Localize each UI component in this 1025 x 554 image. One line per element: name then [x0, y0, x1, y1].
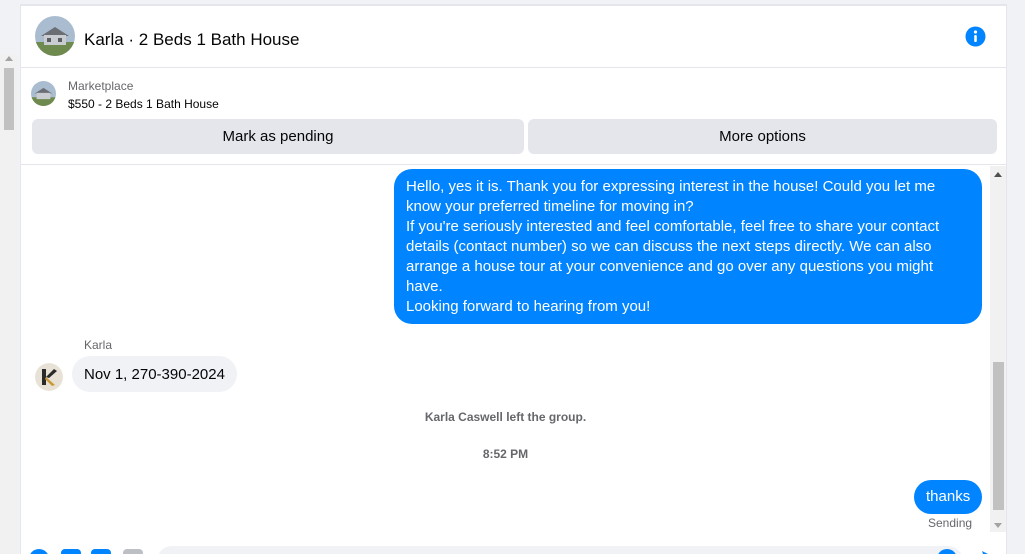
- send-icon[interactable]: [981, 550, 995, 554]
- gallery-icon[interactable]: [61, 549, 81, 554]
- message-line: If you're seriously interested and feel …: [406, 218, 940, 295]
- incoming-message: Nov 1, 270-390-2024: [72, 356, 237, 392]
- mark-as-pending-button[interactable]: Mark as pending: [32, 119, 524, 154]
- chat-window: Karla · 2 Beds 1 Bath House Marketplace …: [20, 4, 1007, 554]
- sender-avatar[interactable]: [35, 363, 63, 391]
- listing-avatar[interactable]: [35, 16, 75, 56]
- message-line: Hello, yes it is. Thank you for expressi…: [406, 178, 936, 215]
- composer: [21, 538, 1006, 554]
- chat-title: Karla · 2 Beds 1 Bath House: [84, 30, 300, 49]
- page-scrollbar[interactable]: [0, 54, 18, 554]
- sticker-icon[interactable]: [91, 549, 111, 554]
- sender-name: Karla: [84, 338, 113, 352]
- scroll-down-arrow-icon[interactable]: [994, 523, 1002, 528]
- message-timestamp: 8:52 PM: [482, 447, 529, 461]
- more-options-button[interactable]: More options: [528, 119, 997, 154]
- listing-kicker: Marketplace: [68, 79, 134, 93]
- messages-scrollbar-thumb[interactable]: [993, 362, 1004, 510]
- chat-header: Karla · 2 Beds 1 Bath House: [21, 4, 1006, 68]
- message-list: Hello, yes it is. Thank you for expressi…: [21, 166, 1006, 536]
- gif-icon[interactable]: [123, 549, 143, 554]
- outgoing-message: thanks: [914, 480, 983, 514]
- scroll-up-arrow-icon[interactable]: [5, 56, 13, 61]
- listing-panel: Marketplace $550 - 2 Beds 1 Bath House M…: [21, 68, 1006, 165]
- system-notice: Karla Caswell left the group.: [424, 410, 587, 424]
- page-scrollbar-thumb[interactable]: [4, 68, 14, 130]
- info-icon[interactable]: [965, 26, 986, 47]
- message-input[interactable]: [157, 546, 963, 554]
- scroll-up-arrow-icon[interactable]: [994, 172, 1002, 177]
- outgoing-message: Hello, yes it is. Thank you for expressi…: [394, 169, 982, 324]
- messages-scrollbar[interactable]: [990, 166, 1006, 532]
- listing-price-title[interactable]: $550 - 2 Beds 1 Bath House: [68, 97, 219, 111]
- message-status: Sending: [928, 516, 973, 530]
- listing-thumbnail[interactable]: [31, 81, 56, 106]
- plus-icon[interactable]: [29, 549, 49, 554]
- message-line: Looking forward to hearing from you!: [406, 298, 651, 315]
